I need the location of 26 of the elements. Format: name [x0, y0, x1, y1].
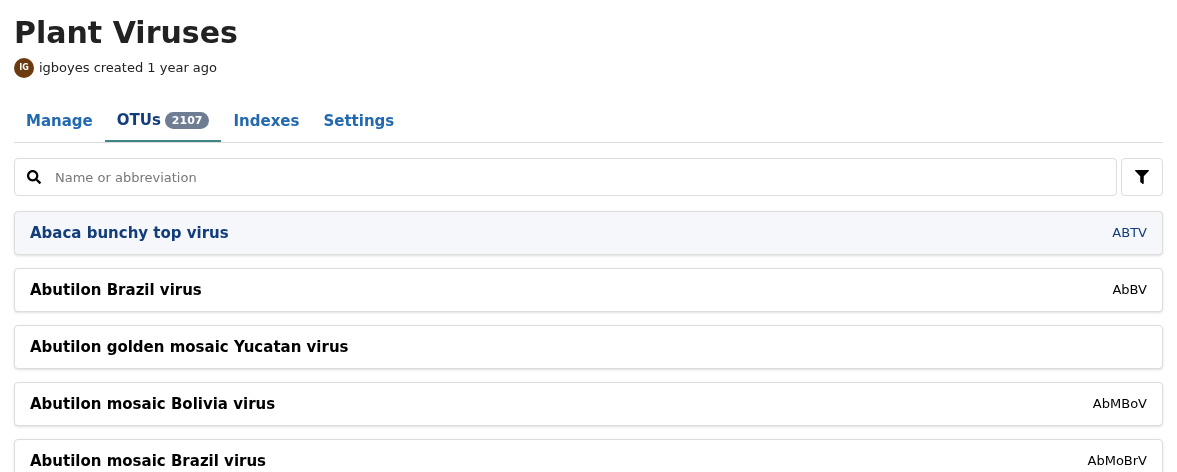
otu-abbreviation: AbMBoV [1092, 395, 1147, 414]
otu-abbreviation: AbMoBrV [1087, 452, 1147, 471]
creator-text: igboyes created 1 year ago [39, 59, 218, 78]
otu-list-item[interactable]: Abutilon Brazil virus AbBV [14, 268, 1163, 312]
otu-list-item[interactable]: Abutilon golden mosaic Yucatan virus [14, 325, 1163, 369]
search-icon [27, 170, 41, 184]
user-avatar: IG [14, 58, 34, 78]
tab[interactable]: Indexes [221, 100, 312, 142]
page-title: Plant Viruses [14, 14, 239, 52]
otu-abbreviation: ABTV [1112, 224, 1147, 243]
search-field[interactable]: Name or abbreviation [14, 158, 1117, 196]
tab[interactable]: Settings [311, 100, 407, 142]
tab[interactable]: OTUs 2107 [104, 100, 222, 142]
otu-list-item[interactable]: Abutilon mosaic Brazil virus AbMoBrV [14, 439, 1163, 472]
tab[interactable]: Manage [14, 100, 105, 142]
otu-list-item[interactable]: Abaca bunchy top virus ABTV [14, 211, 1163, 255]
otu-list-item[interactable]: Abutilon mosaic Bolivia virus AbMBoV [14, 382, 1163, 426]
otu-abbreviation: AbBV [1112, 281, 1147, 300]
filter-button[interactable] [1121, 158, 1163, 196]
otu-name: Abutilon Brazil virus [30, 279, 202, 301]
otu-name: Abutilon golden mosaic Yucatan virus [30, 336, 349, 358]
otu-name: Abaca bunchy top virus [30, 222, 229, 244]
count-badge: 2107 [164, 111, 210, 129]
filter-icon [1135, 170, 1149, 184]
otu-name: Abutilon mosaic Bolivia virus [30, 393, 276, 415]
otu-name: Abutilon mosaic Brazil virus [30, 450, 267, 472]
